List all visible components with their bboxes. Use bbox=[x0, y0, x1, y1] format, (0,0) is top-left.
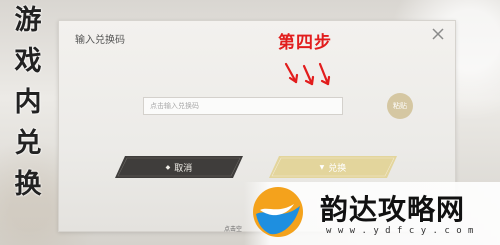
step-annotation: 第四步 bbox=[278, 33, 332, 53]
redeem-button[interactable]: ▼ 兑换 bbox=[269, 156, 397, 178]
site-logo-icon bbox=[253, 187, 303, 237]
dialog-title: 输入兑换码 bbox=[75, 35, 125, 46]
side-caption: 游 戏 内 兑 换 bbox=[5, 0, 51, 205]
site-watermark: 韵达攻略网 w w w . y d f c y . c o m bbox=[244, 182, 500, 245]
paste-button[interactable]: 粘贴 bbox=[387, 93, 413, 119]
close-button[interactable] bbox=[429, 25, 447, 43]
cancel-diamond-icon: ◆ bbox=[165, 163, 171, 171]
side-caption-char: 游 bbox=[14, 5, 42, 36]
redeem-check-icon: ▼ bbox=[319, 163, 325, 171]
side-caption-char: 内 bbox=[14, 87, 42, 118]
watermark-url: w w w . y d f c y . c o m bbox=[326, 226, 474, 236]
side-caption-char: 兑 bbox=[14, 128, 42, 159]
footer-hint: 点击空 bbox=[224, 226, 243, 233]
side-caption-char: 戏 bbox=[14, 46, 42, 77]
cancel-label: 取消 bbox=[174, 163, 193, 174]
down-arrows-annotation bbox=[284, 62, 331, 86]
cancel-button[interactable]: ◆ 取消 bbox=[115, 156, 243, 178]
redeem-label: 兑换 bbox=[328, 163, 347, 174]
watermark-title: 韵达攻略网 bbox=[320, 193, 466, 226]
side-caption-char: 换 bbox=[14, 169, 42, 200]
close-icon bbox=[432, 28, 444, 40]
